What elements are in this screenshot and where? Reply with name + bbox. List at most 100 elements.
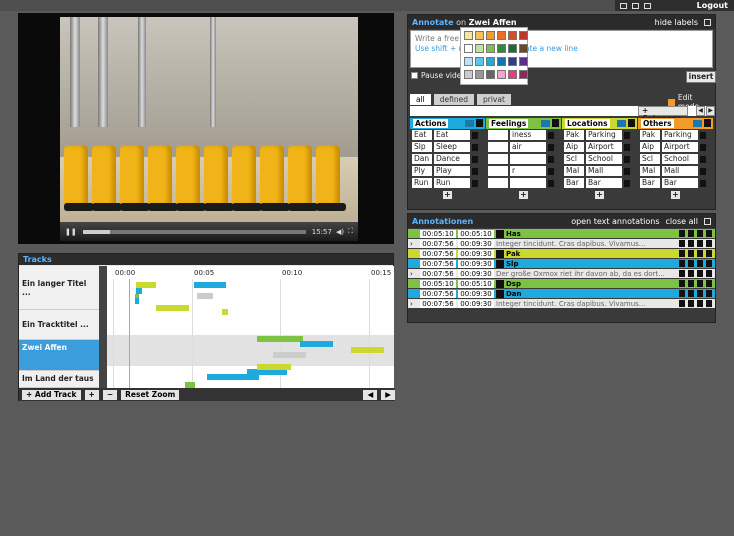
- scroll-left-icon[interactable]: ◀: [696, 106, 705, 116]
- trash-icon[interactable]: [700, 179, 706, 187]
- item-value[interactable]: Sleep: [434, 142, 470, 152]
- edit-mode-checkbox[interactable]: [668, 98, 675, 106]
- trash-icon[interactable]: [628, 119, 635, 127]
- palette-swatch[interactable]: [486, 70, 495, 79]
- edit-icon[interactable]: [688, 230, 694, 237]
- track-name[interactable]: Ein Tracktitel ...: [19, 310, 99, 340]
- trash-icon[interactable]: [706, 300, 712, 307]
- trash-icon[interactable]: [706, 250, 712, 257]
- volume-icon[interactable]: ◀): [336, 228, 344, 236]
- annotation-row[interactable]: 00:07:56 00:09:30 Dan: [408, 289, 715, 298]
- item-key[interactable]: Dan: [412, 154, 432, 164]
- trash-icon[interactable]: [548, 167, 554, 175]
- annotation-bar[interactable]: [135, 298, 139, 304]
- comment-icon[interactable]: [679, 300, 685, 307]
- annotation-text-input[interactable]: Write a free text annotation... Use shif…: [410, 30, 713, 68]
- palette-swatch[interactable]: [464, 70, 473, 79]
- palette-swatch[interactable]: [464, 57, 473, 66]
- palette-swatch[interactable]: [497, 31, 506, 40]
- expand-icon[interactable]: ›: [410, 300, 418, 308]
- item-value[interactable]: School: [662, 154, 698, 164]
- add-track-button[interactable]: + Add Track: [22, 389, 81, 400]
- palette-swatch[interactable]: [508, 70, 517, 79]
- palette-swatch[interactable]: [497, 44, 506, 53]
- download-icon[interactable]: [697, 260, 703, 267]
- edit-icon[interactable]: [688, 300, 694, 307]
- item-value[interactable]: Play: [434, 166, 470, 176]
- detail-view-icon[interactable]: [644, 2, 651, 9]
- palette-swatch[interactable]: [519, 44, 528, 53]
- palette-swatch[interactable]: [486, 57, 495, 66]
- download-icon[interactable]: [697, 230, 703, 237]
- annotation-bar[interactable]: [222, 309, 228, 315]
- add-item-button[interactable]: +: [671, 191, 680, 199]
- edit-icon[interactable]: [688, 290, 694, 297]
- end-time[interactable]: 00:09:30: [458, 239, 494, 248]
- category-item[interactable]: Mal Mall: [562, 165, 637, 177]
- palette-swatch[interactable]: [497, 57, 506, 66]
- item-key[interactable]: [488, 130, 508, 140]
- palette-swatch[interactable]: [486, 31, 495, 40]
- collapse-icon[interactable]: [704, 217, 711, 225]
- palette-swatch[interactable]: [508, 44, 517, 53]
- item-value[interactable]: Bar: [662, 178, 698, 188]
- category-item[interactable]: Bar Bar: [638, 177, 713, 189]
- trash-icon[interactable]: [700, 131, 706, 139]
- edit-icon[interactable]: [688, 250, 694, 257]
- item-key[interactable]: Bar: [564, 178, 584, 188]
- trash-icon[interactable]: [700, 167, 706, 175]
- category-item[interactable]: Slp Sleep: [410, 141, 485, 153]
- end-time[interactable]: 00:09:30: [458, 299, 494, 308]
- download-icon[interactable]: [697, 300, 703, 307]
- category-header[interactable]: Others: [638, 118, 713, 129]
- trash-icon[interactable]: [472, 167, 478, 175]
- end-time[interactable]: 00:09:30: [458, 259, 494, 268]
- trash-icon[interactable]: [472, 143, 478, 151]
- track-name[interactable]: Ein langer Titel ...: [19, 266, 99, 310]
- annotation-row[interactable]: › 00:07:56 00:09:30 Der große Oxmox riet ih…: [408, 269, 715, 278]
- trash-icon[interactable]: [706, 280, 712, 287]
- expand-icon[interactable]: ›: [410, 240, 418, 248]
- annotation-bar[interactable]: [207, 374, 259, 380]
- annotation-bar[interactable]: [156, 305, 189, 311]
- trash-icon[interactable]: [548, 155, 554, 163]
- zoom-in-button[interactable]: +: [84, 389, 99, 400]
- category-item[interactable]: Bar Bar: [562, 177, 637, 189]
- reset-zoom-button[interactable]: Reset Zoom: [121, 389, 180, 400]
- comment-icon[interactable]: [679, 260, 685, 267]
- annotation-row[interactable]: 00:07:56 00:09:30 Pak: [408, 249, 715, 258]
- palette-swatch[interactable]: [486, 44, 495, 53]
- annotation-row[interactable]: › 00:07:56 00:09:30 Integer tincidunt. Cras…: [408, 299, 715, 308]
- category-item[interactable]: Aip Airport: [562, 141, 637, 153]
- annotation-row[interactable]: › 00:07:56 00:09:30 Integer tincidunt. Cras…: [408, 239, 715, 248]
- category-item[interactable]: Run Run: [410, 177, 485, 189]
- item-key[interactable]: Bar: [640, 178, 660, 188]
- category-item[interactable]: [486, 153, 561, 165]
- trash-icon[interactable]: [624, 167, 630, 175]
- color-icon[interactable]: [693, 120, 702, 127]
- collapse-icon[interactable]: [704, 18, 711, 26]
- comment-icon[interactable]: [679, 250, 685, 257]
- fullscreen-icon[interactable]: ⛶: [348, 227, 353, 236]
- palette-swatch[interactable]: [508, 57, 517, 66]
- category-header[interactable]: Actions: [410, 118, 485, 129]
- timeline[interactable]: 00:00 00:05 00:10 00:15: [107, 266, 394, 388]
- item-key[interactable]: Mal: [640, 166, 660, 176]
- item-value[interactable]: air: [510, 142, 546, 152]
- edit-icon[interactable]: [688, 280, 694, 287]
- zoom-out-button[interactable]: −: [102, 389, 118, 400]
- palette-swatch[interactable]: [519, 70, 528, 79]
- start-time[interactable]: 00:07:56: [420, 259, 456, 268]
- download-icon[interactable]: [697, 240, 703, 247]
- item-value[interactable]: Parking: [662, 130, 698, 140]
- start-time[interactable]: 00:07:56: [420, 249, 456, 258]
- color-icon[interactable]: [617, 120, 626, 127]
- palette-swatch[interactable]: [464, 31, 473, 40]
- scroll-right-icon[interactable]: ▶: [381, 389, 395, 400]
- playhead[interactable]: [129, 279, 130, 388]
- end-time[interactable]: 00:09:30: [458, 249, 494, 258]
- category-item[interactable]: Aip Airport: [638, 141, 713, 153]
- annotation-bar[interactable]: [273, 352, 306, 358]
- comment-icon[interactable]: [679, 290, 685, 297]
- comment-icon[interactable]: [679, 230, 685, 237]
